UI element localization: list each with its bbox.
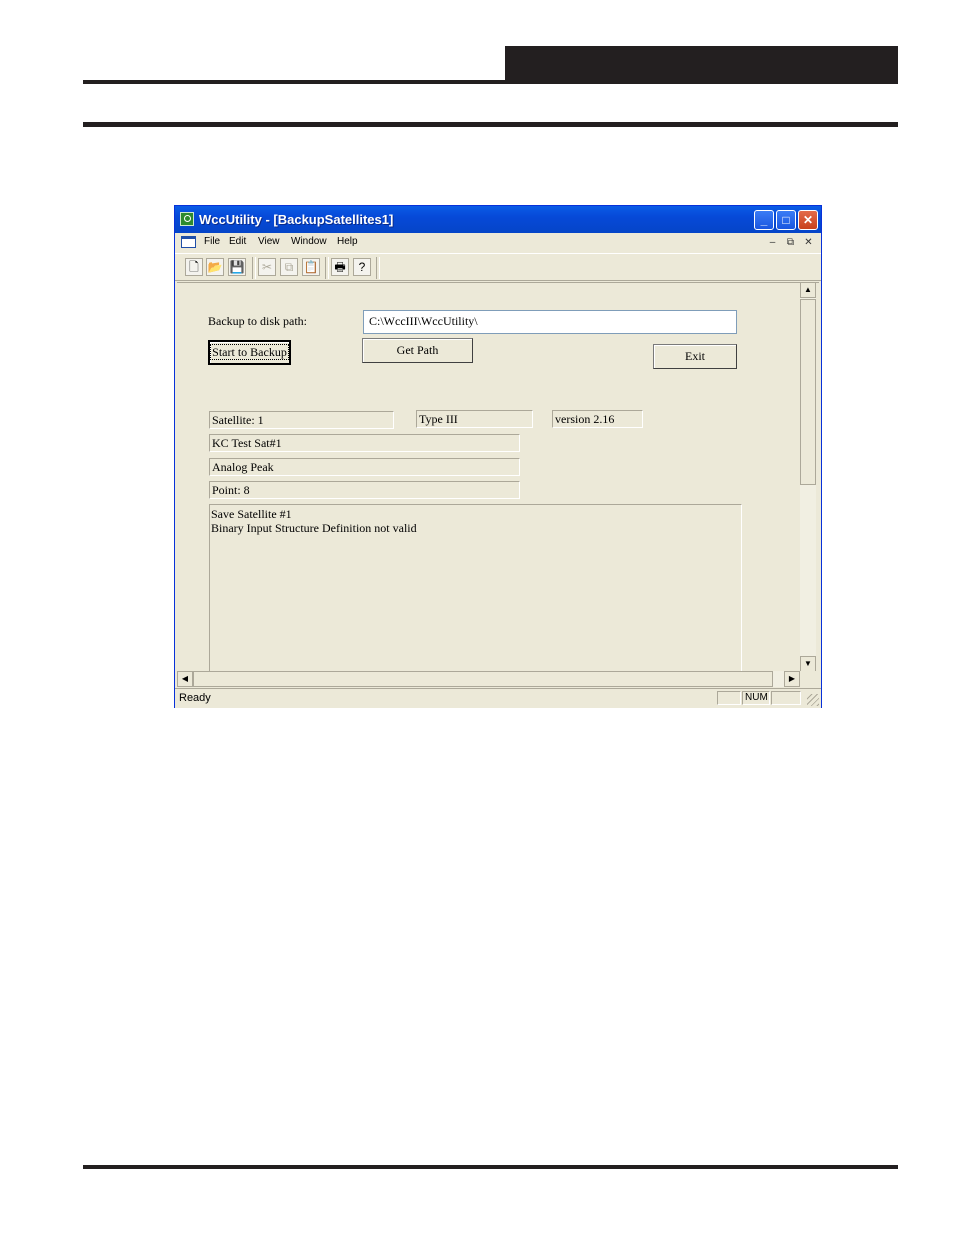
window-title: WccUtility - [BackupSatellites1] [199,212,394,227]
help-icon[interactable]: ? [353,258,371,276]
toolbar-separator [376,257,380,279]
minimize-button[interactable]: _ [754,210,774,230]
num-lock-indicator: NUM [742,691,770,705]
log-line: Save Satellite #1 [211,507,292,521]
satellite-field: Satellite: 1 [209,411,394,429]
scrollbar-corner [800,671,816,687]
resize-grip-icon[interactable] [807,694,819,706]
status-pane-empty [771,691,801,705]
scroll-right-arrow-icon[interactable]: ▶ [784,671,800,687]
document-icon[interactable] [181,236,196,248]
menu-edit[interactable]: Edit [229,236,246,247]
backup-path-label: Backup to disk path: [208,314,307,328]
status-text: Ready [179,692,211,704]
scroll-left-arrow-icon[interactable]: ◀ [177,671,193,687]
satellite-name-field: KC Test Sat#1 [209,434,520,452]
print-icon[interactable]: 🖶 [331,258,349,276]
open-icon[interactable]: 📂 [206,258,224,276]
vertical-scrollbar[interactable]: ▲ ▼ [800,282,816,672]
horizontal-scrollbar[interactable]: ◀ ▶ [177,671,800,687]
exit-button[interactable]: Exit [653,344,737,369]
copy-icon[interactable]: ⧉ [280,258,298,276]
log-line: Binary Input Structure Definition not va… [211,521,417,535]
start-backup-label: Start to Backup [210,344,289,360]
version-field: version 2.16 [552,410,643,428]
new-icon[interactable]: 🗋 [185,258,203,276]
get-path-button[interactable]: Get Path [362,338,473,363]
footer-rule [83,1165,898,1169]
point-type-field: Analog Peak [209,458,520,476]
cut-icon[interactable]: ✂ [258,258,276,276]
log-box[interactable]: Save Satellite #1 Binary Input Structure… [209,504,742,673]
header-rule-lower [83,122,898,127]
toolbar-separator [252,257,256,279]
scroll-up-arrow-icon[interactable]: ▲ [800,282,816,298]
child-close-button[interactable]: ✕ [802,236,815,249]
page-header-block [505,46,898,81]
menu-window[interactable]: Window [291,236,327,247]
start-backup-button[interactable]: Start to Backup [208,340,291,365]
status-bar: Ready NUM [175,688,821,708]
application-window: WccUtility - [BackupSatellites1] _ □ ✕ F… [174,205,822,708]
menu-file[interactable]: File [204,236,220,247]
toolbar: 🗋 📂 💾 ✂ ⧉ 📋 🖶 ? [175,253,821,281]
menu-view[interactable]: View [258,236,280,247]
toolbar-separator [325,257,329,279]
horizontal-scroll-thumb[interactable] [193,671,773,687]
child-restore-button[interactable]: ⧉ [784,236,797,249]
type-field: Type III [416,410,533,428]
close-button[interactable]: ✕ [798,210,818,230]
menu-bar: File Edit View Window Help – ⧉ ✕ [175,233,821,253]
paste-icon[interactable]: 📋 [302,258,320,276]
client-area: Backup to disk path: C:\WccIII\WccUtilit… [177,282,819,673]
vertical-scroll-thumb[interactable] [800,299,816,485]
maximize-button[interactable]: □ [776,210,796,230]
child-minimize-button[interactable]: – [766,236,779,249]
save-icon[interactable]: 💾 [228,258,246,276]
backup-path-input[interactable]: C:\WccIII\WccUtility\ [363,310,737,334]
header-rule [83,80,898,84]
status-pane-empty [717,691,741,705]
app-icon[interactable] [180,212,194,226]
point-field: Point: 8 [209,481,520,499]
menu-help[interactable]: Help [337,236,358,247]
scroll-down-arrow-icon[interactable]: ▼ [800,656,816,672]
title-bar[interactable]: WccUtility - [BackupSatellites1] _ □ ✕ [175,206,821,233]
